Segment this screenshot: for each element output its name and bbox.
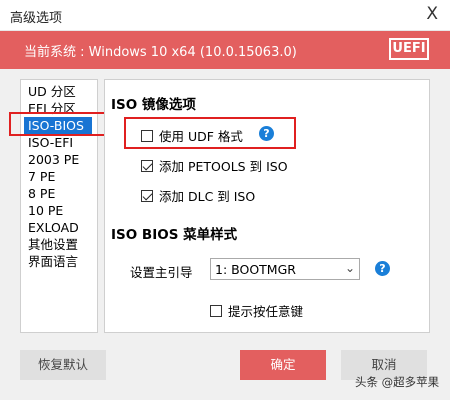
sidebar-item-ui-language[interactable]: 界面语言 [28, 253, 78, 270]
add-petools-checkbox[interactable] [141, 159, 153, 172]
show-key-hint-checkbox[interactable] [210, 304, 222, 317]
use-udf-label: 使用 UDF 格式 [159, 129, 243, 144]
sidebar-item-exload[interactable]: EXLOAD [28, 219, 79, 236]
window-title: 高级选项 [10, 11, 63, 26]
add-dlc-label: 添加 DLC 到 ISO [159, 189, 256, 204]
sidebar-item-7-pe[interactable]: 7 PE [28, 168, 55, 185]
options-panel: ISO 镜像选项 使用 UDF 格式 ? 添加 PETOOLS 到 ISO 添加… [104, 79, 430, 333]
title-bar: 高级选项 X [0, 0, 450, 31]
system-banner: 当前系统 : Windows 10 x64 (10.0.15063.0) UEF… [0, 31, 450, 69]
add-petools-label: 添加 PETOOLS 到 ISO [159, 159, 288, 174]
use-udf-checkbox[interactable] [141, 129, 153, 142]
add-petools-option[interactable]: 添加 PETOOLS 到 ISO [141, 156, 288, 175]
system-info: 当前系统 : Windows 10 x64 (10.0.15063.0) [24, 45, 297, 60]
restore-default-button[interactable]: 恢复默认 [20, 350, 106, 380]
ok-button[interactable]: 确定 [240, 350, 326, 380]
sidebar-item-10-pe[interactable]: 10 PE [28, 202, 63, 219]
chevron-down-icon: ⌄ [344, 261, 355, 275]
iso-bios-menu-style-heading: ISO BIOS 菜单样式 [111, 227, 238, 243]
uefi-badge: UEFI [389, 38, 429, 60]
boot-guide-value: 1: BOOTMGR [215, 262, 296, 277]
add-dlc-option[interactable]: 添加 DLC 到 ISO [141, 186, 255, 205]
sidebar-item-other-settings[interactable]: 其他设置 [28, 236, 78, 253]
udf-help-icon[interactable]: ? [259, 126, 274, 141]
close-icon[interactable]: X [426, 4, 438, 24]
sidebar-item-8-pe[interactable]: 8 PE [28, 185, 55, 202]
sidebar-item-2003-pe[interactable]: 2003 PE [28, 151, 79, 168]
boot-guide-label: 设置主引导 [130, 265, 193, 280]
sidebar-item-efi-partition[interactable]: EFI 分区 [28, 100, 76, 117]
iso-image-options-heading: ISO 镜像选项 [111, 97, 196, 113]
sidebar-item-ud-partition[interactable]: UD 分区 [28, 83, 76, 100]
sidebar-item-iso-efi[interactable]: ISO-EFI [28, 134, 73, 151]
use-udf-option[interactable]: 使用 UDF 格式 [141, 126, 243, 145]
sidebar-nav: UD 分区 EFI 分区 ISO-BIOS ISO-EFI 2003 PE 7 … [9, 79, 114, 333]
sidebar-item-iso-bios[interactable]: ISO-BIOS [24, 117, 92, 134]
boot-guide-help-icon[interactable]: ? [375, 261, 390, 276]
show-key-hint-label: 提示按任意键 [228, 304, 304, 319]
show-key-hint-option[interactable]: 提示按任意键 [210, 301, 303, 320]
watermark: 头条 @超多苹果 [355, 375, 440, 389]
add-dlc-checkbox[interactable] [141, 189, 153, 202]
boot-guide-select[interactable]: 1: BOOTMGR ⌄ [210, 258, 360, 280]
